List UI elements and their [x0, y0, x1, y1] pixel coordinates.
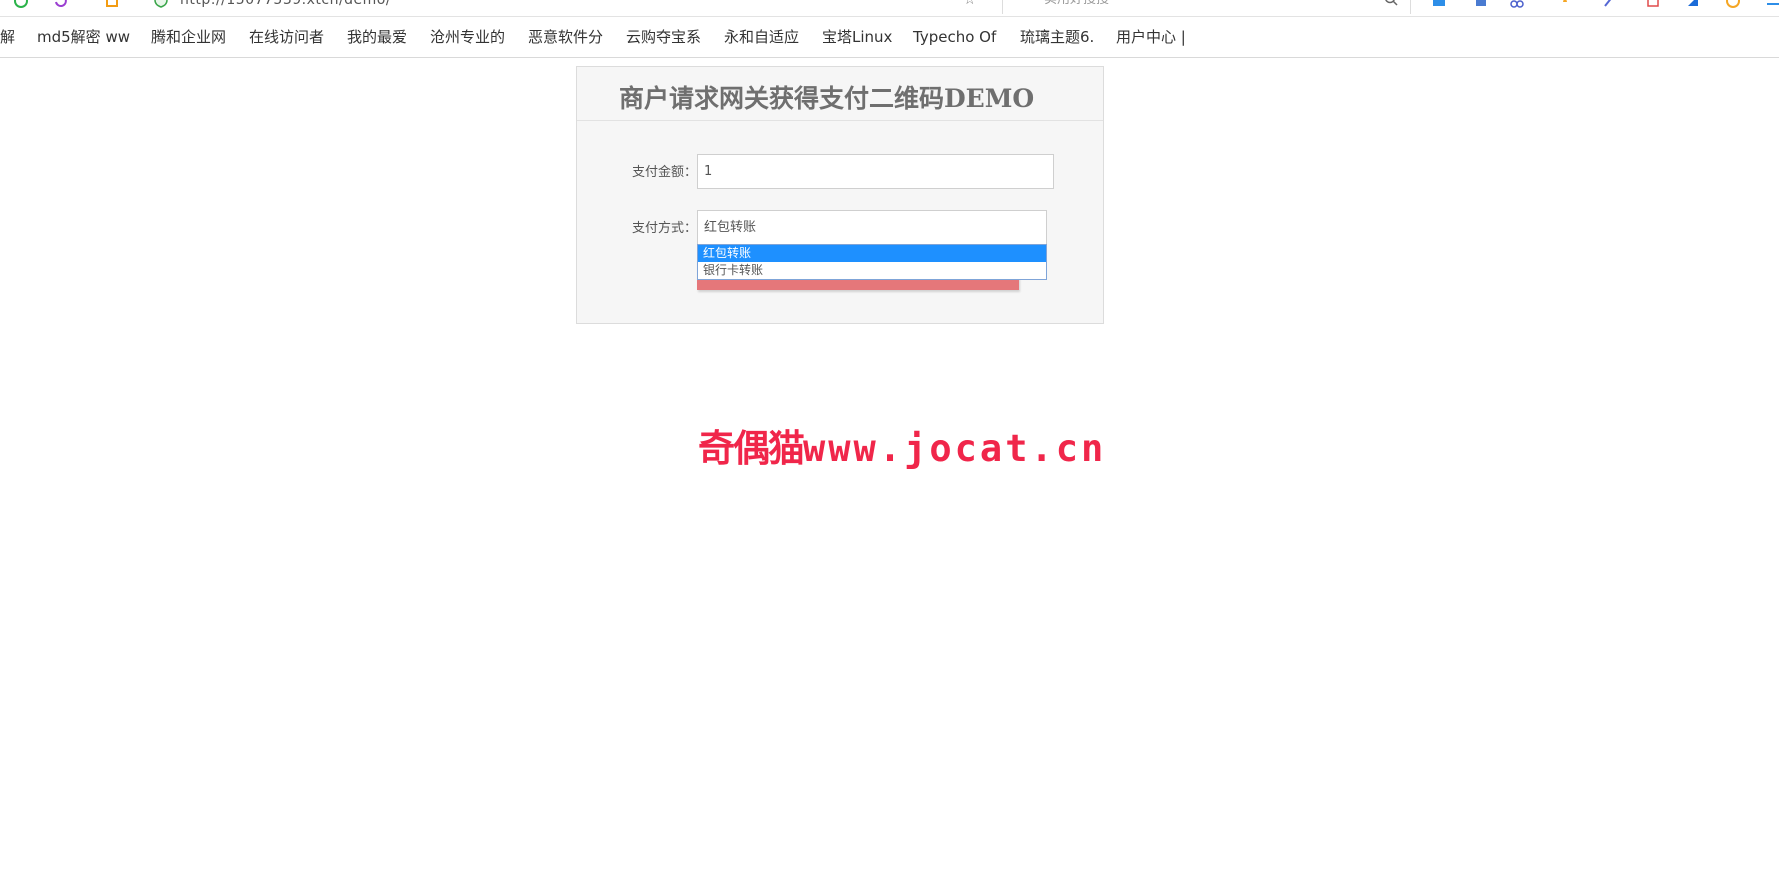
- extension-icon[interactable]: [1602, 0, 1616, 8]
- star-icon[interactable]: ☆: [963, 0, 976, 14]
- scissors-icon[interactable]: [1510, 0, 1524, 8]
- bookmark-item[interactable]: 恶意软件分: [528, 17, 603, 57]
- panel-header: 商户请求网关获得支付二维码DEMO: [577, 67, 1103, 121]
- amount-label: 支付金额：: [632, 165, 698, 180]
- method-label: 支付方式：: [632, 221, 698, 236]
- option-red-packet[interactable]: 红包转账: [698, 245, 1046, 262]
- amount-input[interactable]: 1: [697, 154, 1054, 189]
- payment-method-select[interactable]: 红包转账: [697, 210, 1047, 244]
- payment-demo-panel: 商户请求网关获得支付二维码DEMO 支付金额： 1 支付方式： 生成测试金额（自…: [576, 66, 1104, 324]
- bookmark-item[interactable]: 琉璃主题6.: [1020, 17, 1094, 57]
- browser-toolbar: http://15077539.xtch/demo/ ☆ 实用好搜搜: [0, 0, 1779, 17]
- bookmark-item[interactable]: md5解密 ww: [37, 17, 130, 57]
- watermark: 奇偶猫www.jocat.cn: [698, 418, 1106, 472]
- bookmark-item[interactable]: 沧州专业的: [430, 17, 505, 57]
- extension-icon[interactable]: [1686, 0, 1700, 8]
- extension-icon[interactable]: [1474, 0, 1488, 8]
- extension-icon[interactable]: [1558, 0, 1572, 8]
- page-title: 商户请求网关获得支付二维码DEMO: [619, 84, 1035, 113]
- bookmark-item[interactable]: 用户中心 |: [1116, 17, 1186, 57]
- extension-icon[interactable]: [1726, 0, 1740, 8]
- bookmark-item[interactable]: 腾和企业网: [151, 17, 226, 57]
- search-placeholder: 实用好搜搜: [1044, 0, 1109, 14]
- extension-icon[interactable]: [1432, 0, 1446, 8]
- bookmark-item[interactable]: 在线访问者: [249, 17, 324, 57]
- bookmark-item[interactable]: 永和自适应: [724, 17, 799, 57]
- bookmark-item[interactable]: 解: [0, 17, 15, 57]
- refresh-icon[interactable]: [14, 0, 28, 8]
- address-bar[interactable]: http://15077539.xtch/demo/ ☆: [142, 0, 1003, 14]
- shield-icon: [154, 0, 168, 8]
- watermark-cn: 奇偶猫: [698, 427, 805, 470]
- undo-icon[interactable]: [54, 0, 68, 8]
- watermark-url: www.jocat.cn: [803, 427, 1107, 470]
- url-text: http://15077539.xtch/demo/: [180, 0, 392, 8]
- bookmarks-bar: 解 md5解密 ww 腾和企业网 在线访问者 我的最爱 沧州专业的 恶意软件分 …: [0, 17, 1779, 58]
- extension-icon[interactable]: [1646, 0, 1660, 8]
- bookmark-item[interactable]: Typecho Of: [913, 17, 996, 57]
- bookmark-item[interactable]: 我的最爱: [347, 17, 407, 57]
- search-icon[interactable]: [1384, 0, 1398, 6]
- payment-method-dropdown: 红包转账 银行卡转账: [697, 244, 1047, 280]
- search-box[interactable]: 实用好搜搜: [1000, 0, 1411, 14]
- option-bank-card[interactable]: 银行卡转账: [698, 262, 1046, 279]
- bookmark-item[interactable]: 云购夺宝系: [626, 17, 701, 57]
- menu-icon[interactable]: [1765, 0, 1779, 8]
- home-icon[interactable]: [105, 0, 119, 8]
- bookmark-item[interactable]: 宝塔Linux: [822, 17, 892, 57]
